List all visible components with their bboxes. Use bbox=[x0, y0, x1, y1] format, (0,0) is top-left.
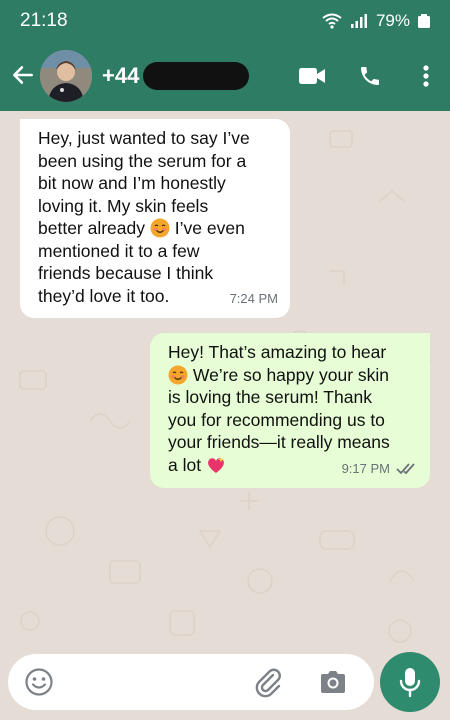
signal-icon bbox=[350, 14, 367, 28]
more-vert-icon bbox=[423, 65, 429, 87]
status-time: 21:18 bbox=[20, 10, 68, 31]
smiling-face-icon bbox=[168, 365, 188, 384]
smiling-face-icon bbox=[150, 218, 170, 238]
phone-icon bbox=[361, 67, 379, 85]
voice-call-button[interactable] bbox=[355, 62, 385, 90]
battery-percentage: 79% bbox=[375, 11, 410, 30]
video-call-icon bbox=[299, 68, 325, 84]
wifi-icon bbox=[322, 13, 342, 29]
app-bar: +44 bbox=[0, 40, 450, 111]
redaction-bar bbox=[143, 62, 250, 90]
message-text: Hey, just wanted to say I’ve been using … bbox=[38, 128, 250, 306]
chat-area[interactable]: Hey, just wanted to say I’ve been using … bbox=[0, 111, 450, 651]
contact-name[interactable]: +44 bbox=[102, 62, 250, 90]
message-meta: 7:24 PM bbox=[230, 288, 278, 311]
emoji-icon[interactable] bbox=[24, 667, 54, 697]
more-options-button[interactable] bbox=[411, 62, 441, 90]
attach-icon[interactable] bbox=[252, 666, 284, 698]
message-text: Hey! That’s amazing to hear We’re so hap… bbox=[168, 342, 390, 475]
message-time: 9:17 PM bbox=[341, 460, 390, 476]
status-indicators: 79% bbox=[322, 11, 430, 31]
outgoing-message-bubble[interactable]: Hey! That’s amazing to hear We’re so hap… bbox=[150, 333, 430, 488]
message-meta: 9:17 PM bbox=[342, 458, 418, 481]
avatar[interactable] bbox=[40, 50, 92, 102]
battery-icon bbox=[418, 14, 430, 28]
camera-icon[interactable] bbox=[317, 666, 349, 698]
video-call-button[interactable] bbox=[297, 62, 327, 90]
read-receipt-ticks-icon bbox=[396, 463, 415, 475]
contact-number: +44 bbox=[102, 63, 140, 88]
back-arrow-icon[interactable] bbox=[10, 62, 36, 88]
message-time: 7:24 PM bbox=[229, 290, 278, 306]
sparkling-heart-icon bbox=[208, 456, 224, 473]
status-bar: 21:18 79% bbox=[0, 0, 450, 40]
voice-message-button[interactable] bbox=[380, 652, 440, 712]
incoming-message-bubble[interactable]: Hey, just wanted to say I’ve been using … bbox=[20, 119, 290, 318]
chat-header: 21:18 79% +44 bbox=[0, 0, 450, 111]
mic-icon bbox=[399, 668, 421, 698]
message-input-bar[interactable] bbox=[8, 654, 374, 710]
